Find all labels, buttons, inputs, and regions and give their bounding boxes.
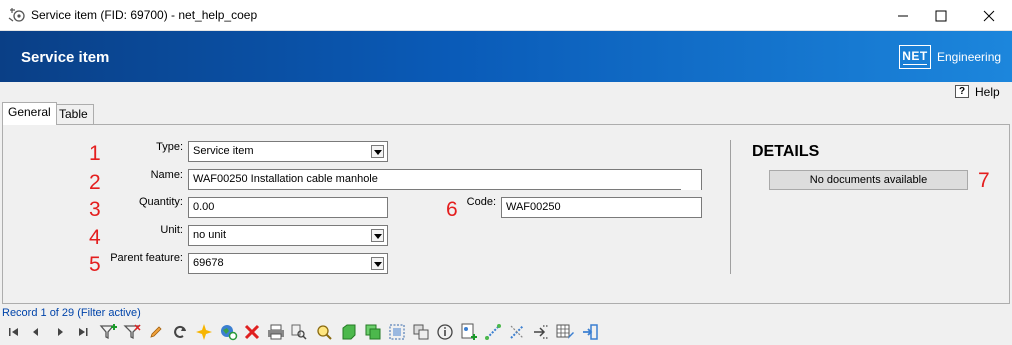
parent-feature-select[interactable]: 69678: [188, 253, 388, 274]
no-documents-button[interactable]: No documents available: [769, 170, 968, 190]
bottom-toolbar: [0, 318, 1012, 345]
details-title: DETAILS: [752, 143, 820, 160]
name-label: Name:: [150, 169, 183, 181]
form-title: Service item: [21, 49, 110, 66]
type-value: Service item: [193, 145, 254, 157]
type-select[interactable]: Service item: [188, 141, 388, 162]
filter-icon[interactable]: [122, 322, 142, 342]
edit-pencil-icon[interactable]: [146, 322, 166, 342]
last-record-icon[interactable]: [73, 322, 93, 342]
unit-label: Unit:: [160, 224, 183, 236]
search-zoom-icon[interactable]: [289, 322, 309, 342]
tab-general[interactable]: General: [2, 102, 57, 125]
quantity-label: Quantity:: [138, 196, 183, 208]
select-frame-icon[interactable]: [387, 322, 407, 342]
window-title: Service item (FID: 69700) - net_help_coe…: [31, 8, 258, 22]
annotation-marker-4: 4: [89, 226, 101, 249]
route-icon[interactable]: [531, 322, 551, 342]
name-underline: [189, 189, 681, 190]
exit-icon[interactable]: [580, 322, 600, 342]
type-label: Type:: [156, 141, 183, 153]
first-record-icon[interactable]: [4, 322, 24, 342]
close-icon: [983, 10, 995, 22]
minimize-icon: [898, 15, 908, 17]
connect-line-icon[interactable]: [483, 322, 503, 342]
details-separator: [730, 140, 731, 274]
globe-refresh-icon[interactable]: [218, 322, 238, 342]
zoom-icon[interactable]: [314, 322, 334, 342]
name-value: WAF00250 Installation cable manhole: [193, 173, 378, 185]
code-label: Code:: [466, 196, 496, 208]
code-value: WAF00250: [506, 201, 561, 213]
unit-value: no unit: [193, 229, 227, 241]
annotation-marker-7: 7: [978, 169, 990, 192]
annotation-marker-3: 3: [89, 198, 101, 221]
duplicate-icon[interactable]: [411, 322, 431, 342]
refresh-icon[interactable]: [170, 322, 190, 342]
chevron-down-icon[interactable]: [371, 145, 384, 158]
annotation-marker-2: 2: [89, 171, 101, 194]
name-input[interactable]: WAF00250 Installation cable manhole: [188, 169, 702, 190]
window-titlebar: Service item (FID: 69700) - net_help_coe…: [0, 0, 1012, 31]
tab-table[interactable]: Table: [53, 104, 94, 124]
add-document-icon[interactable]: [459, 322, 479, 342]
new-star-icon[interactable]: [194, 322, 214, 342]
delete-x-icon[interactable]: [242, 322, 262, 342]
annotation-marker-6: 6: [446, 198, 458, 221]
maximize-icon: [935, 10, 947, 22]
maximize-button[interactable]: [918, 0, 964, 31]
previous-record-icon[interactable]: [26, 322, 46, 342]
app-icon: [8, 8, 25, 22]
help-label: Help: [975, 85, 1000, 99]
unit-select[interactable]: no unit: [188, 225, 388, 246]
table-edit-icon[interactable]: [555, 322, 575, 342]
form-header: Service item NET Engineering: [0, 31, 1012, 82]
quantity-value: 0.00: [193, 201, 215, 213]
annotation-marker-1: 1: [89, 142, 101, 165]
quantity-input[interactable]: 0.00: [188, 197, 388, 218]
annotation-marker-5: 5: [89, 253, 101, 276]
chevron-down-icon[interactable]: [371, 257, 384, 270]
chevron-down-icon[interactable]: [371, 229, 384, 242]
net-logo-mark: NET: [899, 45, 931, 69]
info-icon[interactable]: [435, 322, 455, 342]
print-icon[interactable]: [266, 322, 286, 342]
help-icon: ?: [955, 85, 969, 98]
add-filter-icon[interactable]: [99, 322, 119, 342]
code-input[interactable]: WAF00250: [501, 197, 702, 218]
net-logo-text: Engineering: [937, 50, 1002, 64]
parent-feature-label: Parent feature:: [110, 252, 183, 264]
close-button[interactable]: [966, 0, 1012, 31]
next-record-icon[interactable]: [50, 322, 70, 342]
parent-feature-value: 69678: [193, 257, 224, 269]
disconnect-line-icon[interactable]: [507, 322, 527, 342]
green-box-icon[interactable]: [339, 322, 359, 342]
green-copy-icon[interactable]: [363, 322, 383, 342]
